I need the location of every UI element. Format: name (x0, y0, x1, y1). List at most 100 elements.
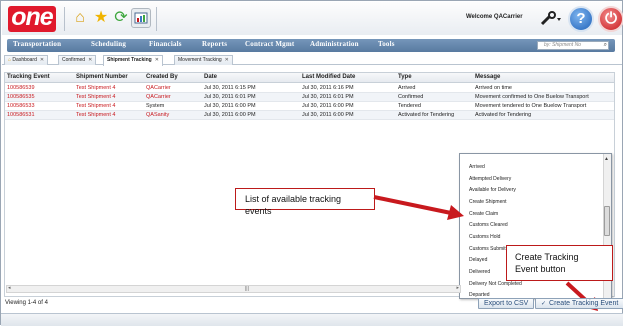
modified-date-cell: Jul 30, 2011 6:00 PM (302, 112, 354, 118)
nav-administration[interactable]: Administration (310, 40, 359, 48)
close-icon[interactable]: ✕ (88, 57, 92, 63)
nav-reports[interactable]: Reports (202, 40, 227, 48)
callout-tracking-events: List of available tracking events (235, 188, 375, 216)
pagination-status: Viewing 1-4 of 4 (5, 300, 48, 306)
shipment-search-input[interactable]: by: Shipment No ⌕ (537, 41, 609, 50)
home-icon[interactable]: ⌂ (70, 8, 90, 28)
column-header[interactable]: Last Modified Date (302, 74, 355, 80)
date-cell: Jul 30, 2011 6:00 PM (204, 112, 256, 118)
menu-item-arrived[interactable]: Arrived (469, 164, 485, 170)
search-placeholder: by: Shipment No (544, 42, 581, 48)
tracking-event-link[interactable]: 100586533 (7, 103, 35, 109)
menu-item-create-claim[interactable]: Create Claim (469, 211, 498, 217)
check-icon: ✓ (541, 301, 547, 307)
tracking-event-link[interactable]: 100586531 (7, 112, 35, 118)
button-label: Create Tracking Event (549, 300, 619, 307)
scroll-left-icon[interactable]: ◂ (8, 285, 11, 291)
tab-label: Dashboard (12, 57, 37, 63)
button-label: Export to CSV (484, 300, 529, 307)
nav-financials[interactable]: Financials (149, 40, 182, 48)
date-cell: Jul 30, 2011 6:15 PM (204, 85, 256, 91)
status-bar (1, 313, 623, 326)
close-icon[interactable]: ✕ (155, 57, 159, 63)
nav-tools[interactable]: Tools (378, 40, 395, 48)
report-icon[interactable] (131, 8, 151, 28)
horizontal-scrollbar[interactable]: ◂ ||| ▸ (6, 285, 461, 293)
column-header[interactable]: Type (398, 74, 412, 80)
type-cell: Activated for Tendering (398, 112, 455, 118)
column-header[interactable]: Shipment Number (76, 74, 128, 80)
export-csv-button[interactable]: Export to CSV (478, 298, 535, 309)
nav-transportation[interactable]: Transportation (13, 40, 61, 48)
shipment-link[interactable]: Test Shipment 4 (76, 112, 115, 118)
search-icon[interactable]: ⌕ (604, 42, 607, 49)
created-by-cell: QACarrier (146, 85, 171, 91)
message-cell: Movement tendered to One Buelow Transpor… (475, 103, 587, 109)
table-footer: ◂ ||| ▸ Viewing 1-4 of 4 Export to CSV ✓… (2, 285, 623, 313)
column-header[interactable]: Message (475, 74, 500, 80)
tracking-event-link[interactable]: 100586535 (7, 94, 35, 100)
shipment-link[interactable]: Test Shipment 4 (76, 103, 115, 109)
callout-arrow (373, 195, 464, 220)
tab-confirmed[interactable]: Confirmed ✕ (58, 55, 97, 65)
star-icon[interactable]: ★ (91, 8, 111, 28)
brand-logo[interactable]: one (8, 5, 56, 32)
tab-shipment-tracking[interactable]: Shipment Tracking ✕ (103, 55, 163, 66)
table-row[interactable]: 100586535 Test Shipment 4 QACarrier Jul … (5, 93, 614, 102)
create-tracking-event-button[interactable]: ✓ Create Tracking Event (535, 298, 623, 309)
home-icon: ⌂ (8, 57, 12, 63)
table-row[interactable]: 100586533 Test Shipment 4 System Jul 30,… (5, 102, 614, 111)
tab-dashboard[interactable]: ⌂ Dashboard ✕ (4, 55, 49, 65)
table-row[interactable]: 100586531 Test Shipment 4 QASanity Jul 3… (5, 111, 614, 120)
column-header[interactable]: Tracking Event (7, 74, 50, 80)
column-header[interactable]: Created By (146, 74, 178, 80)
date-cell: Jul 30, 2011 6:00 PM (204, 103, 256, 109)
menu-item-customs-cleared[interactable]: Customs Cleared (469, 222, 508, 228)
table-header: Tracking Event Shipment Number Created B… (5, 73, 614, 83)
refresh-icon[interactable]: ⟳ (111, 8, 131, 28)
created-by-cell: QACarrier (146, 94, 171, 100)
help-icon[interactable]: ? (568, 6, 594, 32)
created-by-cell: System (146, 103, 165, 109)
app-header: one ⌂ ★ ⟳ Welcome QACarrier ? ⏻ (2, 2, 623, 35)
app-window: one ⌂ ★ ⟳ Welcome QACarrier ? ⏻ Transpor… (0, 0, 623, 326)
close-icon[interactable]: ✕ (225, 57, 229, 63)
tab-label: Confirmed (62, 57, 86, 63)
menu-item-attempted-delivery[interactable]: Attempted Delivery (469, 176, 511, 182)
tools-icon[interactable] (540, 9, 562, 29)
shipment-link[interactable]: Test Shipment 4 (76, 85, 115, 91)
header-divider (64, 7, 65, 31)
scrollbar-grip-icon[interactable]: ||| (245, 287, 259, 292)
logout-icon[interactable]: ⏻ (598, 6, 623, 32)
callout-create-event-button: Create Tracking Event button (506, 245, 613, 281)
close-icon[interactable]: ✕ (40, 57, 44, 63)
column-header[interactable]: Date (204, 74, 217, 80)
menu-item-available-for-delivery[interactable]: Available for Delivery (469, 187, 516, 193)
modified-date-cell: Jul 30, 2011 6:16 PM (302, 85, 354, 91)
menu-item-customs-hold[interactable]: Customs Hold (469, 234, 500, 240)
message-cell: Movement confirmed to One Buelow Transpo… (475, 94, 589, 100)
message-cell: Activated for Tendering (475, 112, 532, 118)
type-cell: Confirmed (398, 94, 424, 100)
scroll-right-icon[interactable]: ▸ (456, 285, 459, 291)
scrollbar-thumb[interactable] (604, 206, 610, 236)
table-row[interactable]: 100586539 Test Shipment 4 QACarrier Jul … (5, 84, 614, 93)
type-cell: Tendered (398, 103, 421, 109)
shipment-link[interactable]: Test Shipment 4 (76, 94, 115, 100)
header-divider (156, 7, 157, 31)
scroll-up-icon[interactable]: ▲ (604, 156, 609, 162)
menu-item-delayed[interactable]: Delayed (469, 257, 487, 263)
nav-scheduling[interactable]: Scheduling (91, 40, 126, 48)
welcome-text: Welcome QACarrier (466, 14, 523, 20)
date-cell: Jul 30, 2011 6:01 PM (204, 94, 256, 100)
modified-date-cell: Jul 30, 2011 6:01 PM (302, 94, 354, 100)
menu-item-create-shipment[interactable]: Create Shipment (469, 199, 507, 205)
modified-date-cell: Jul 30, 2011 6:00 PM (302, 103, 354, 109)
tab-strip: ⌂ Dashboard ✕ Confirmed ✕ Shipment Trackin… (2, 55, 622, 66)
nav-contract-mgmt[interactable]: Contract Mgmt (245, 40, 294, 48)
menu-item-delivered[interactable]: Delivered (469, 269, 490, 275)
tracking-event-link[interactable]: 100586539 (7, 85, 35, 91)
tab-label: Shipment Tracking (107, 57, 152, 63)
tab-movement-tracking[interactable]: Movement Tracking ✕ (174, 55, 233, 65)
created-by-cell: QASanity (146, 112, 170, 118)
